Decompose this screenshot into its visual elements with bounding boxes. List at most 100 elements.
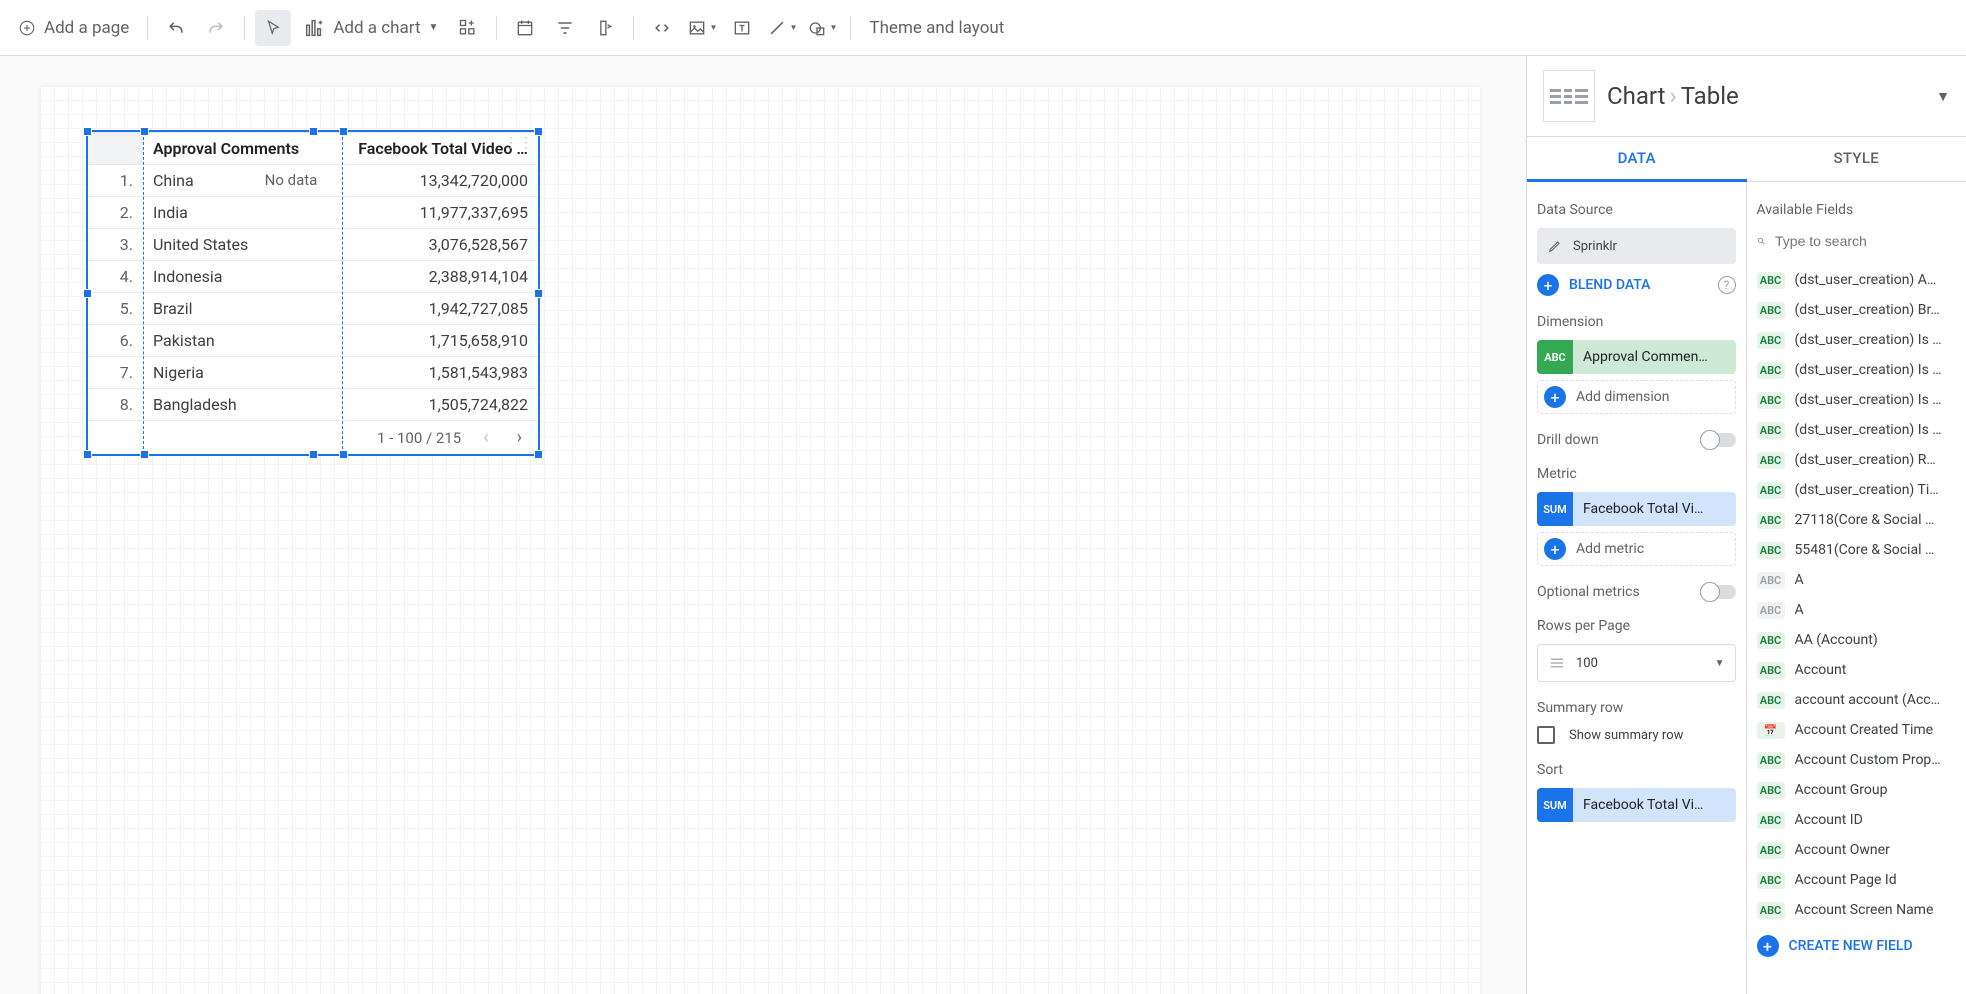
- field-type-badge: ABC: [1757, 512, 1785, 529]
- available-field[interactable]: ABC(dst_user_creation) Is …: [1757, 415, 1957, 445]
- text-button[interactable]: [724, 10, 760, 46]
- field-type-badge: ABC: [1757, 632, 1785, 649]
- resize-handle[interactable]: [534, 127, 543, 136]
- available-field[interactable]: ABCA: [1757, 565, 1957, 595]
- available-field[interactable]: ABCAccount Owner: [1757, 835, 1957, 865]
- add-page-button[interactable]: Add a page: [10, 10, 137, 46]
- plus-icon: +: [1544, 538, 1566, 560]
- resize-handle[interactable]: [83, 450, 92, 459]
- chevron-down-icon: ▼: [429, 22, 439, 33]
- help-icon[interactable]: ?: [1718, 276, 1736, 294]
- available-field[interactable]: ABC(dst_user_creation) R…: [1757, 445, 1957, 475]
- available-field[interactable]: ABC(dst_user_creation) Is …: [1757, 355, 1957, 385]
- resize-handle[interactable]: [83, 289, 92, 298]
- filter-control-button[interactable]: [547, 10, 583, 46]
- field-name: Account: [1795, 662, 1847, 678]
- row-number: 1.: [88, 165, 143, 197]
- add-dimension-button[interactable]: + Add dimension: [1537, 380, 1736, 414]
- field-type-badge: ABC: [1757, 362, 1785, 379]
- available-field[interactable]: ABC(dst_user_creation) Is …: [1757, 325, 1957, 355]
- url-embed-button[interactable]: [644, 10, 680, 46]
- column-split[interactable]: [342, 132, 343, 454]
- available-field[interactable]: ABC27118(Core & Social …: [1757, 505, 1957, 535]
- table-row[interactable]: 4. Indonesia 2,388,914,104: [88, 261, 538, 293]
- dimension-cell: Pakistan: [143, 325, 327, 357]
- toolbar: Add a page Add a chart ▼ ▼ ▼ ▼ Theme and…: [0, 0, 1966, 56]
- table-row[interactable]: 8. Bangladesh 1,505,724,822: [88, 389, 538, 421]
- image-button[interactable]: ▼: [684, 10, 720, 46]
- field-search-input[interactable]: [1775, 233, 1956, 249]
- chevron-down-icon: ▼: [1715, 658, 1725, 669]
- blend-data-button[interactable]: BLEND DATA: [1569, 277, 1650, 293]
- available-field[interactable]: ABCAccount Custom Prop…: [1757, 745, 1957, 775]
- add-metric-button[interactable]: + Add metric: [1537, 532, 1736, 566]
- drill-down-toggle[interactable]: [1702, 433, 1736, 447]
- table-chart[interactable]: ⋮⋮ Approval Comments Facebook Total Vide…: [86, 130, 540, 456]
- chart-type-selector[interactable]: ▼: [1936, 88, 1950, 105]
- list-icon: [1548, 654, 1566, 672]
- available-field[interactable]: ABCAccount: [1757, 655, 1957, 685]
- tab-style[interactable]: STYLE: [1747, 137, 1966, 181]
- resize-handle[interactable]: [309, 127, 318, 136]
- report-page[interactable]: ⋮⋮ Approval Comments Facebook Total Vide…: [40, 86, 1480, 994]
- sort-chip[interactable]: SUM Facebook Total Vi…: [1537, 788, 1736, 822]
- table-row[interactable]: 5. Brazil 1,942,727,085: [88, 293, 538, 325]
- available-field[interactable]: ABC(dst_user_creation) Br…: [1757, 295, 1957, 325]
- available-field[interactable]: ABC55481(Core & Social …: [1757, 535, 1957, 565]
- drag-handle-icon[interactable]: ⋮⋮: [504, 135, 534, 151]
- available-field[interactable]: ABCAccount Screen Name: [1757, 895, 1957, 925]
- data-control-icon: [595, 18, 615, 38]
- resize-handle[interactable]: [534, 450, 543, 459]
- table-row[interactable]: 6. Pakistan 1,715,658,910: [88, 325, 538, 357]
- metric-chip[interactable]: SUM Facebook Total Vi…: [1537, 492, 1736, 526]
- resize-handle[interactable]: [83, 127, 92, 136]
- resize-handle[interactable]: [534, 289, 543, 298]
- resize-handle[interactable]: [309, 450, 318, 459]
- show-summary-checkbox[interactable]: [1537, 726, 1555, 744]
- table-row[interactable]: 7. Nigeria 1,581,543,983: [88, 357, 538, 389]
- available-field[interactable]: ABCAccount Group: [1757, 775, 1957, 805]
- available-field[interactable]: ABCAccount ID: [1757, 805, 1957, 835]
- available-fields-column: Available Fields ABC(dst_user_creation) …: [1747, 182, 1966, 994]
- available-field[interactable]: ABC(dst_user_creation) Ti…: [1757, 475, 1957, 505]
- col-header-index[interactable]: [88, 133, 143, 165]
- col-header-dimension[interactable]: Approval Comments: [143, 133, 327, 165]
- available-field[interactable]: ABCAccount Page Id: [1757, 865, 1957, 895]
- date-range-button[interactable]: [507, 10, 543, 46]
- available-field[interactable]: ABCA: [1757, 595, 1957, 625]
- theme-layout-button[interactable]: Theme and layout: [861, 10, 1012, 46]
- line-button[interactable]: ▼: [764, 10, 800, 46]
- available-field[interactable]: ABC(dst_user_creation) A…: [1757, 265, 1957, 295]
- available-field[interactable]: ABCAA (Account): [1757, 625, 1957, 655]
- pencil-icon: [1547, 238, 1563, 254]
- create-new-field-button[interactable]: + CREATE NEW FIELD: [1757, 925, 1957, 967]
- undo-button[interactable]: [158, 10, 194, 46]
- pager-next-button[interactable]: ›: [511, 425, 528, 450]
- add-chart-button[interactable]: Add a chart ▼: [295, 10, 446, 46]
- dimension-chip[interactable]: ABC Approval Commen…: [1537, 340, 1736, 374]
- table-row[interactable]: 1. ChinaNo data 13,342,720,000: [88, 165, 538, 197]
- tab-data[interactable]: DATA: [1527, 137, 1747, 182]
- table-row[interactable]: 2. India 11,977,337,695: [88, 197, 538, 229]
- shape-button[interactable]: ▼: [804, 10, 840, 46]
- data-source-selector[interactable]: Sprinklr: [1537, 228, 1736, 264]
- available-field[interactable]: ABC(dst_user_creation) Is …: [1757, 385, 1957, 415]
- field-type-badge: ABC: [1757, 692, 1785, 709]
- available-field[interactable]: 📅Account Created Time: [1757, 715, 1957, 745]
- table-row[interactable]: 3. United States 3,076,528,567: [88, 229, 538, 261]
- field-name: (dst_user_creation) Is …: [1795, 332, 1942, 348]
- plus-icon: +: [1537, 274, 1559, 296]
- column-split-left[interactable]: [143, 132, 144, 454]
- redo-button[interactable]: [198, 10, 234, 46]
- plus-icon: +: [1544, 386, 1566, 408]
- dimension-cell: Bangladesh: [143, 389, 327, 421]
- data-control-button[interactable]: [587, 10, 623, 46]
- optional-metrics-toggle[interactable]: [1702, 585, 1736, 599]
- canvas[interactable]: ⋮⋮ Approval Comments Facebook Total Vide…: [0, 56, 1526, 994]
- community-viz-button[interactable]: [450, 10, 486, 46]
- pager-prev-button[interactable]: ‹: [477, 425, 494, 450]
- available-field[interactable]: ABCaccount account (Acc…: [1757, 685, 1957, 715]
- dimension-label: Dimension: [1537, 314, 1736, 330]
- rows-per-page-select[interactable]: 100 ▼: [1537, 644, 1736, 682]
- select-tool-button[interactable]: [255, 10, 291, 46]
